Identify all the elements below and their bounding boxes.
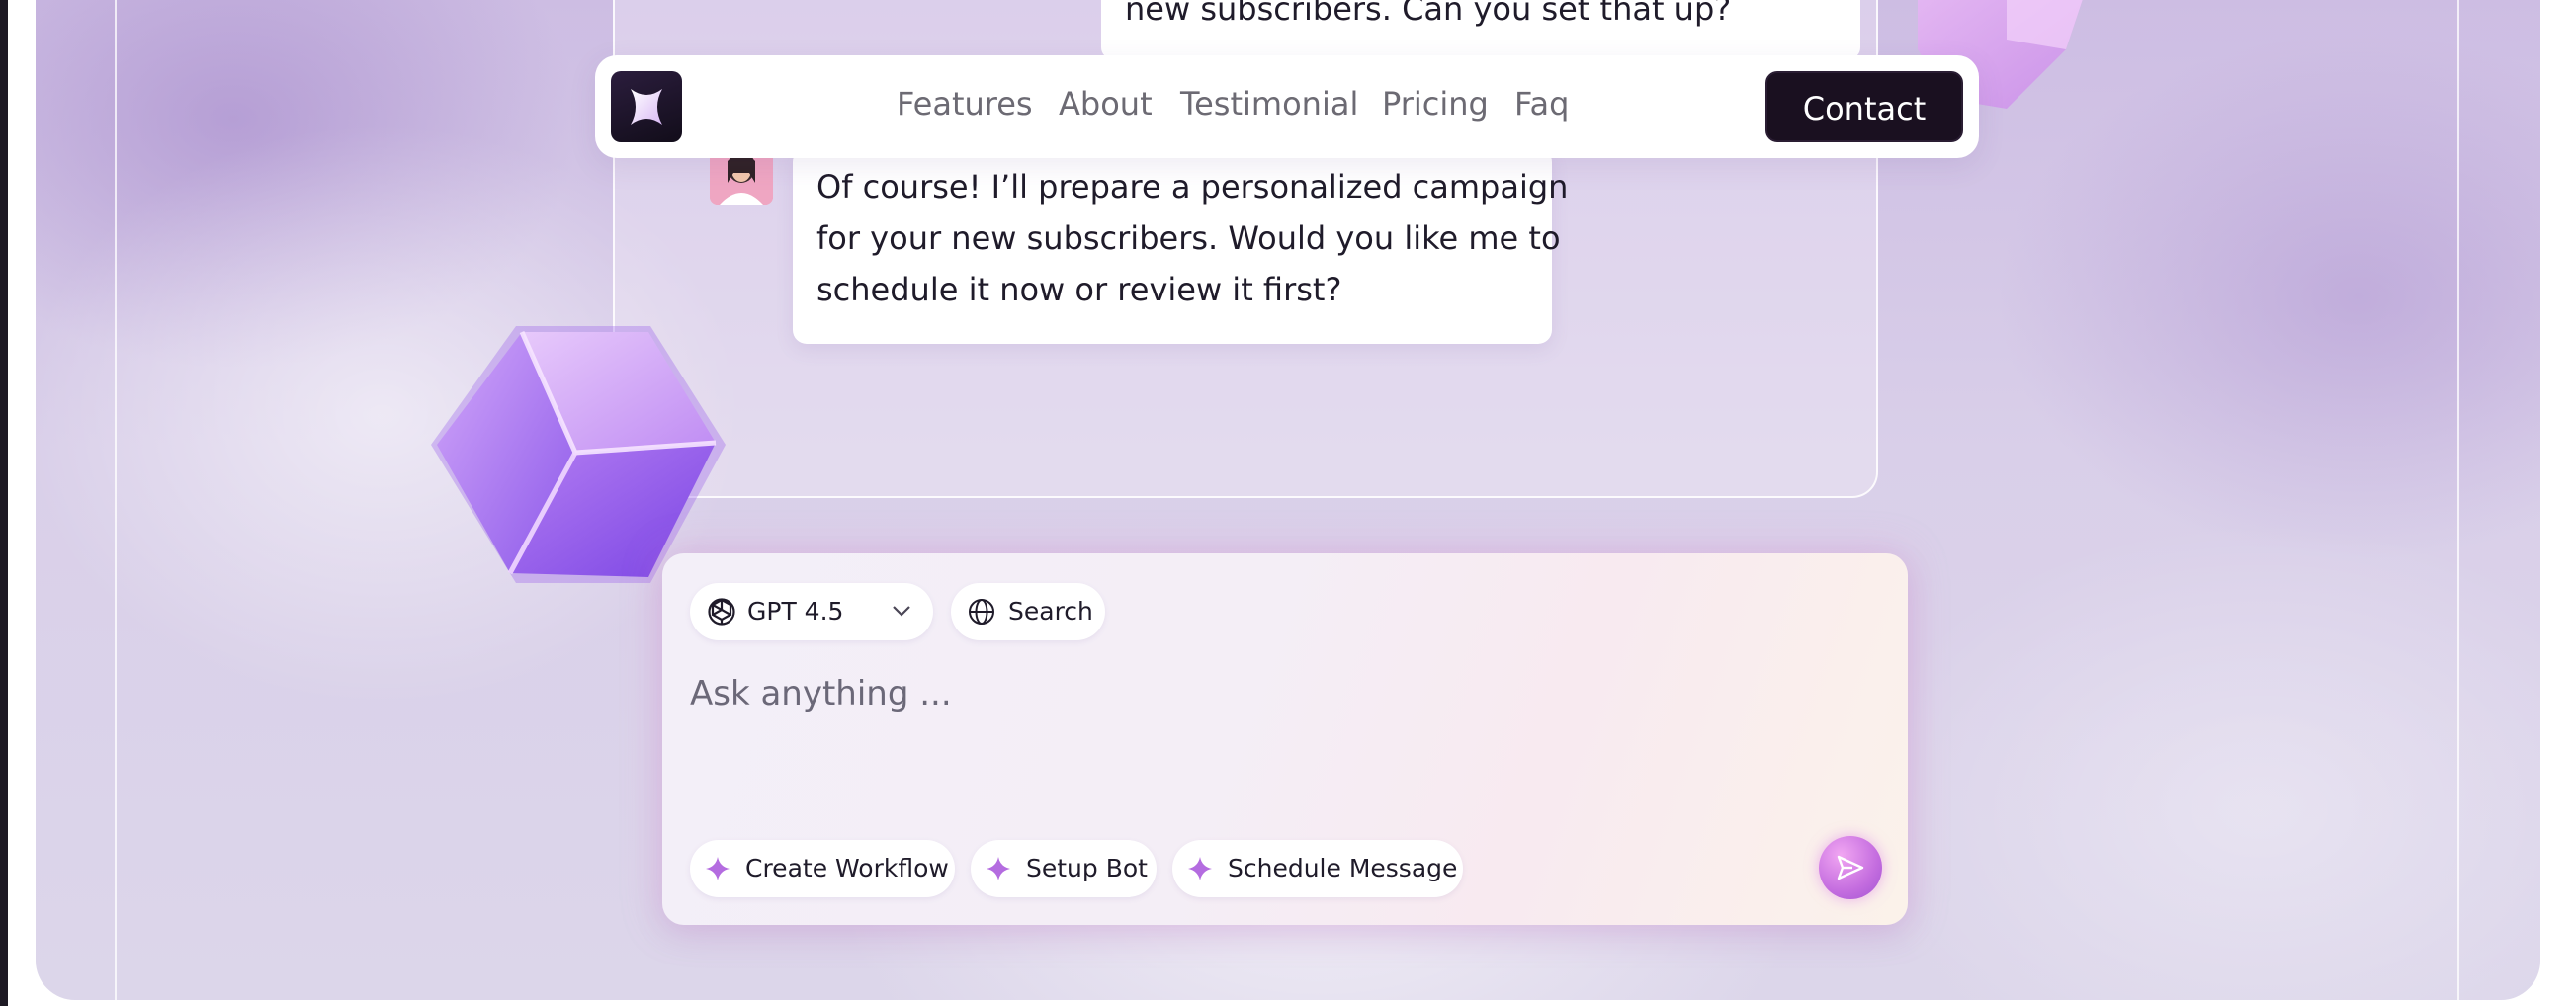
assistant-message-bubble: Of course! I’ll prepare a personalized c…: [793, 148, 1568, 344]
openai-icon: [708, 598, 735, 626]
model-label: GPT 4.5: [747, 597, 844, 626]
x-logo-icon: [631, 89, 662, 125]
frame-line-right: [2457, 0, 2459, 1000]
assistant-message-line: for your new subscribers. Would you like…: [816, 219, 1561, 257]
schedule-message-button[interactable]: Schedule Message: [1172, 840, 1463, 897]
nav-link-faq[interactable]: Faq: [1514, 85, 1569, 123]
quick-action-label: Create Workflow: [745, 854, 949, 882]
send-icon: [1837, 855, 1864, 880]
send-button[interactable]: [1819, 836, 1882, 899]
chevron-down-icon: [893, 606, 910, 617]
search-toggle[interactable]: Search: [951, 583, 1105, 640]
quick-action-label: Schedule Message: [1228, 854, 1458, 882]
create-workflow-button[interactable]: Create Workflow: [690, 840, 955, 897]
setup-bot-button[interactable]: Setup Bot: [971, 840, 1157, 897]
ask-input[interactable]: Ask anything ...: [690, 674, 952, 713]
search-label: Search: [1008, 597, 1093, 626]
sparkle-icon: [987, 857, 1010, 880]
assistant-message-line: Of course! I’ll prepare a personalized c…: [816, 168, 1569, 206]
sparkle-icon: [706, 857, 730, 880]
window-edge: [0, 0, 8, 1006]
user-message-bubble: new subscribers. Can you set that up?: [1101, 0, 1860, 59]
nav-link-pricing[interactable]: Pricing: [1382, 85, 1489, 123]
sparkle-icon: [1188, 857, 1212, 880]
logo[interactable]: [611, 71, 682, 142]
user-message-text: new subscribers. Can you set that up?: [1125, 0, 1732, 28]
nav-link-features[interactable]: Features: [897, 85, 1033, 123]
chat-composer: GPT 4.5 Search Ask anything ... Create W…: [662, 553, 1908, 925]
cube-decoration-icon: [431, 326, 726, 583]
frame-line-left: [115, 0, 117, 1000]
contact-button[interactable]: Contact: [1765, 71, 1963, 142]
navbar: Features About Testimonial Pricing Faq C…: [595, 55, 1979, 158]
globe-icon: [969, 599, 994, 625]
nav-link-about[interactable]: About: [1059, 85, 1153, 123]
model-selector[interactable]: GPT 4.5: [690, 583, 933, 640]
quick-action-label: Setup Bot: [1026, 854, 1148, 882]
assistant-message-line: schedule it now or review it first?: [816, 271, 1342, 308]
nav-link-testimonial[interactable]: Testimonial: [1180, 85, 1358, 123]
